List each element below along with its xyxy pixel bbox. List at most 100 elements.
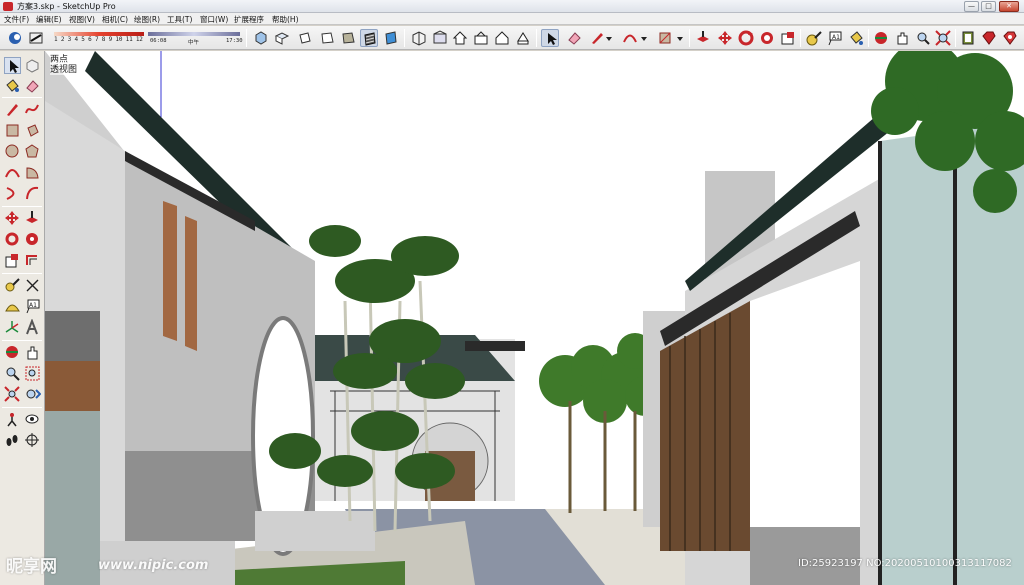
toolbar-separator <box>800 29 801 47</box>
tape-measure-icon[interactable] <box>805 29 823 47</box>
pan-icon[interactable] <box>893 29 911 47</box>
polygon-icon[interactable] <box>24 143 41 160</box>
component-icon[interactable] <box>514 29 532 47</box>
zoom-icon[interactable] <box>914 29 932 47</box>
svg-text:A1: A1 <box>832 34 840 41</box>
front-view-icon[interactable] <box>296 29 314 47</box>
eraser-icon[interactable] <box>24 77 41 94</box>
orbit-icon[interactable] <box>872 29 890 47</box>
menu-extensions[interactable]: 扩展程序 <box>234 14 264 25</box>
position-camera-icon[interactable] <box>4 411 21 428</box>
ruby-icon[interactable] <box>980 29 998 47</box>
left-tool-palette: A1 <box>0 51 45 585</box>
scene-tab-2[interactable]: 透视图 <box>50 62 78 75</box>
zoom-icon[interactable] <box>4 365 21 382</box>
share-icon[interactable] <box>472 29 490 47</box>
3d-text-icon[interactable] <box>24 318 41 336</box>
text-icon[interactable]: A1 <box>24 298 41 315</box>
freehand-icon[interactable] <box>24 101 41 118</box>
window-title: 方案3.skp - SketchUp Pro <box>17 2 116 11</box>
watermark-url: www.nipic.com <box>98 558 209 573</box>
eraser-icon[interactable] <box>565 29 583 47</box>
back-view-icon[interactable] <box>339 29 357 47</box>
rotate-icon[interactable] <box>737 29 755 47</box>
menu-camera[interactable]: 相机(C) <box>102 14 128 25</box>
pencil-dropdown-icon[interactable] <box>605 29 614 47</box>
palette-separator <box>2 340 42 341</box>
arc-3pt-icon[interactable] <box>24 185 41 202</box>
scale-icon[interactable] <box>4 252 21 269</box>
shaded-textures-icon[interactable] <box>360 29 378 47</box>
paint-bucket-icon[interactable] <box>4 77 21 94</box>
rectangle-dropdown-icon[interactable] <box>676 29 685 47</box>
menu-draw[interactable]: 绘图(R) <box>134 14 160 25</box>
zoom-extents-icon[interactable] <box>934 29 952 47</box>
maximize-button[interactable]: □ <box>981 1 996 12</box>
arc-2pt-icon[interactable] <box>4 185 21 202</box>
rotate-icon[interactable] <box>4 231 21 248</box>
house-icon[interactable] <box>451 29 469 47</box>
right-view-icon[interactable] <box>318 29 336 47</box>
walk-icon[interactable] <box>4 432 21 449</box>
minimize-button[interactable]: — <box>964 1 979 12</box>
scenes-icon[interactable] <box>959 29 977 47</box>
look-around-icon[interactable] <box>24 411 41 428</box>
extension-warehouse-icon[interactable] <box>1001 29 1019 47</box>
rotated-rectangle-icon[interactable] <box>24 122 41 139</box>
select-icon[interactable] <box>4 57 21 74</box>
palette-separator <box>2 97 42 98</box>
arc-dropdown-icon[interactable] <box>640 29 649 47</box>
iso-view-icon[interactable] <box>252 29 270 47</box>
menu-view[interactable]: 视图(V) <box>69 14 95 25</box>
menu-help[interactable]: 帮助(H) <box>272 14 299 25</box>
circle-icon[interactable] <box>4 143 21 160</box>
monochrome-icon[interactable] <box>382 29 400 47</box>
toolbar-separator <box>689 29 690 47</box>
menu-tools[interactable]: 工具(T) <box>167 14 192 25</box>
push-pull-icon[interactable] <box>24 210 41 227</box>
house-outline-icon[interactable] <box>493 29 511 47</box>
follow-me-icon[interactable] <box>24 231 41 248</box>
palette-separator <box>2 273 42 274</box>
pie-icon[interactable] <box>24 164 41 181</box>
tape-measure-icon[interactable] <box>4 277 21 294</box>
section-plane-icon[interactable] <box>24 432 41 449</box>
protractor-icon[interactable] <box>4 298 21 315</box>
close-button[interactable]: ✕ <box>999 1 1019 12</box>
model-viewport[interactable]: 两点 透视图 <box>45 51 1024 585</box>
move-icon[interactable] <box>4 210 21 227</box>
previous-view-icon[interactable] <box>24 386 42 403</box>
toolbar-separator <box>246 29 247 47</box>
follow-me-icon[interactable] <box>758 29 776 47</box>
menu-window[interactable]: 窗口(W) <box>200 14 228 25</box>
toolbar-separator <box>536 29 537 47</box>
extension-icon[interactable] <box>431 29 449 47</box>
orbit-icon[interactable] <box>4 344 21 361</box>
sketchup-app-icon[interactable] <box>3 2 13 11</box>
pencil-icon[interactable] <box>588 29 606 47</box>
pan-icon[interactable] <box>24 344 41 361</box>
text-icon[interactable]: A1 <box>826 29 844 47</box>
zoom-extents-icon[interactable] <box>4 386 21 403</box>
line-icon[interactable] <box>4 101 21 118</box>
select-arrow-icon[interactable] <box>541 29 559 47</box>
menu-edit[interactable]: 编辑(E) <box>36 14 62 25</box>
paint-bucket-icon[interactable] <box>847 29 865 47</box>
warehouse-icon[interactable] <box>410 29 428 47</box>
dimension-icon[interactable] <box>24 277 41 294</box>
move-icon[interactable] <box>716 29 734 47</box>
toolbar-icon-row: A1 <box>0 26 1024 50</box>
top-view-icon[interactable] <box>273 29 291 47</box>
push-pull-icon[interactable] <box>694 29 712 47</box>
arc-icon[interactable] <box>621 29 639 47</box>
offset-icon[interactable] <box>24 252 41 269</box>
watermark-id: ID:25923197 NO:20200510100313117082 <box>798 558 1012 569</box>
rectangle-icon[interactable] <box>4 122 21 139</box>
zoom-window-icon[interactable] <box>24 365 41 382</box>
scale-icon[interactable] <box>779 29 797 47</box>
arc-icon[interactable] <box>4 164 21 181</box>
rectangle-icon[interactable] <box>656 29 674 47</box>
menu-file[interactable]: 文件(F) <box>4 14 29 25</box>
component-icon[interactable] <box>24 57 41 74</box>
axes-icon[interactable] <box>4 319 21 336</box>
